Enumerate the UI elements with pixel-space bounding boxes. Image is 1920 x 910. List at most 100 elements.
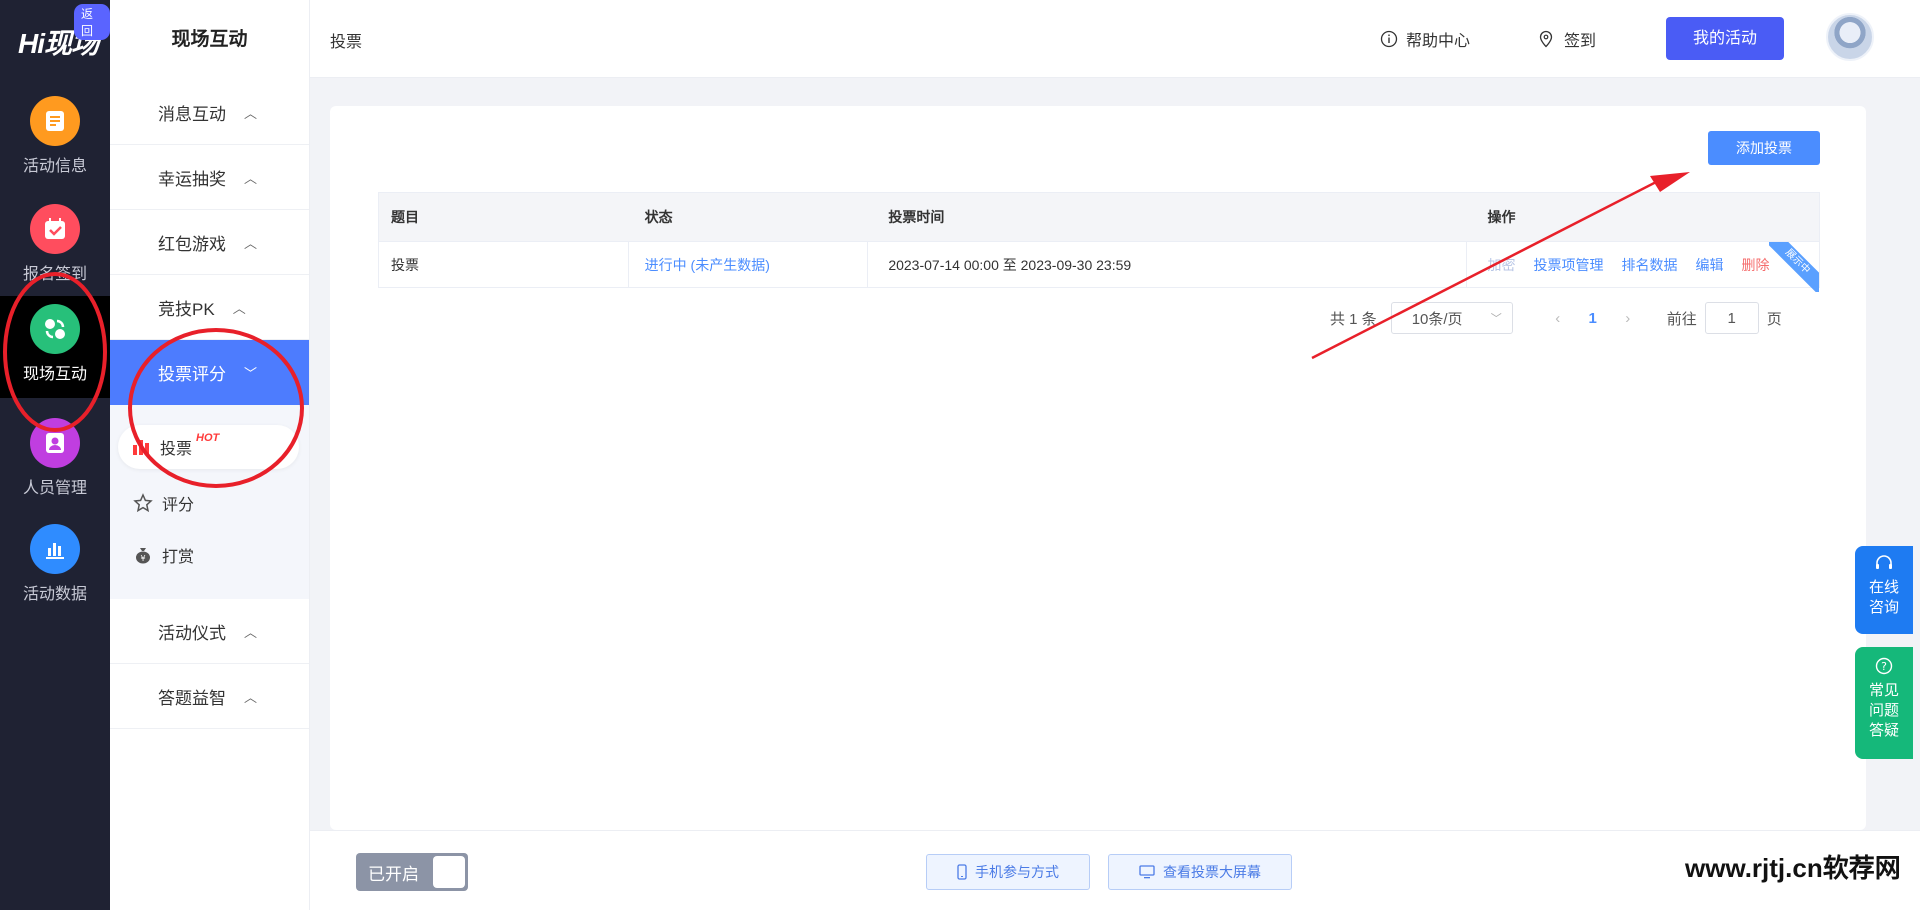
- prev-page-button[interactable]: ‹: [1543, 310, 1573, 327]
- menu-group-lottery[interactable]: 幸运抽奖 ︿: [110, 145, 309, 210]
- goto-suffix: 页: [1766, 310, 1782, 328]
- status-link[interactable]: 进行中 (未产生数据): [645, 255, 770, 275]
- sub-item-vote[interactable]: 投票 HOT: [118, 425, 299, 469]
- menu-group-label: 幸运抽奖: [158, 169, 226, 189]
- vote-list-card: 添加投票 题目 状态 投票时间 操作 投票 进行中 (未产生数据) 2023-0…: [330, 106, 1866, 830]
- menu-group-label: 红包游戏: [158, 234, 226, 254]
- toggle-knob: [433, 856, 465, 888]
- secondary-sidebar: 现场互动 消息互动 ︿ 幸运抽奖 ︿ 红包游戏 ︿ 竞技PK ︿ 投票评分 ﹀ 投票 HO…: [110, 0, 310, 910]
- rail-item-registration[interactable]: 报名签到: [0, 196, 110, 298]
- mobile-join-button[interactable]: 手机参与方式: [926, 854, 1090, 890]
- column-header-ops: 操作: [1487, 209, 1516, 225]
- ranking-data-link[interactable]: 排名数据: [1621, 255, 1677, 275]
- table-header: 题目 状态 投票时间 操作: [379, 193, 1819, 241]
- rail-label: 现场互动: [22, 366, 87, 383]
- faq-button[interactable]: ? 常见 问题 答疑: [1855, 647, 1913, 759]
- help-center-link[interactable]: 帮助中心: [1380, 27, 1470, 51]
- my-activity-button[interactable]: 我的活动: [1666, 17, 1784, 60]
- menu-group-ceremony[interactable]: 活动仪式 ︿: [110, 599, 309, 664]
- goto-page-input[interactable]: [1704, 302, 1759, 334]
- chevron-up-icon: ︿: [244, 624, 258, 640]
- top-bar: 投票 帮助中心 签到 我的活动: [310, 0, 1920, 78]
- view-big-screen-button[interactable]: 查看投票大屏幕: [1108, 854, 1292, 890]
- back-badge[interactable]: 返回: [74, 4, 110, 40]
- avatar[interactable]: [1826, 13, 1874, 61]
- help-label: 帮助中心: [1406, 33, 1471, 50]
- chevron-up-icon: ︿: [244, 105, 258, 121]
- faq-label-2: 问题: [1868, 702, 1899, 719]
- online-consult-button[interactable]: 在线 咨询: [1855, 546, 1913, 634]
- sub-item-score[interactable]: 评分: [110, 477, 309, 529]
- sub-item-label: 评分: [162, 497, 195, 514]
- page-size-value: 10条/页: [1411, 310, 1463, 328]
- star-icon: [132, 492, 154, 514]
- pagination: 共 1 条 10条/页 ﹀ ‹ 1 › 前往 页: [1330, 302, 1782, 334]
- chevron-down-icon: ﹀: [1490, 313, 1502, 325]
- menu-group-label: 竞技PK: [158, 299, 215, 319]
- bottom-bar: 已开启 手机参与方式 查看投票大屏幕: [310, 830, 1920, 910]
- cell-ops: 加密 投票项管理 排名数据 编辑 删除: [1467, 255, 1819, 275]
- column-header-title: 题目: [391, 209, 419, 225]
- menu-group-label: 答题益智: [158, 688, 226, 708]
- rail-item-data[interactable]: 活动数据: [0, 516, 110, 618]
- hot-badge: HOT: [196, 432, 220, 444]
- checkin-label: 签到: [1564, 33, 1597, 50]
- interaction-icon: [30, 304, 80, 354]
- chevron-up-icon: ︿: [244, 689, 258, 705]
- add-vote-button[interactable]: 添加投票: [1708, 131, 1820, 165]
- sub-item-tip[interactable]: ¥ 打赏: [110, 529, 309, 581]
- edit-link[interactable]: 编辑: [1695, 255, 1723, 275]
- cell-time: 2023-07-14 00:00 至 2023-09-30 23:59: [868, 241, 1468, 288]
- chevron-down-icon: ﹀: [244, 366, 258, 381]
- faq-label-1: 常见: [1868, 682, 1899, 699]
- bar-chart-icon: [130, 436, 152, 458]
- rail-label: 报名签到: [22, 266, 87, 283]
- showing-ribbon: 展示中: [1769, 242, 1819, 292]
- menu-group-vote-score[interactable]: 投票评分 ﹀: [110, 340, 309, 405]
- rail-label: 活动数据: [22, 586, 87, 603]
- vote-score-subitems: 投票 HOT 评分 ¥ 打赏: [110, 405, 309, 599]
- rail-label: 活动信息: [22, 158, 87, 175]
- ribbon-label: 展示中: [1769, 242, 1819, 292]
- manage-options-link[interactable]: 投票项管理: [1533, 255, 1603, 275]
- consult-label-2: 咨询: [1868, 599, 1899, 616]
- consult-label-1: 在线: [1868, 579, 1899, 596]
- menu-group-messages[interactable]: 消息互动 ︿: [110, 80, 309, 145]
- breadcrumb: 投票: [330, 34, 363, 51]
- sub-item-label: 打赏: [162, 549, 195, 566]
- submenu-title: 现场互动: [171, 29, 248, 50]
- calendar-check-icon: [30, 204, 80, 254]
- table-row: 投票 进行中 (未产生数据) 2023-07-14 00:00 至 2023-0…: [379, 241, 1819, 292]
- column-header-time: 投票时间: [888, 209, 945, 225]
- mobile-join-label: 手机参与方式: [975, 864, 1059, 880]
- chevron-up-icon: ︿: [244, 170, 258, 186]
- menu-group-label: 活动仪式: [158, 623, 226, 643]
- cell-status: 进行中 (未产生数据): [629, 241, 869, 288]
- cell-title: 投票: [379, 241, 629, 288]
- next-page-button[interactable]: ›: [1613, 310, 1643, 327]
- svg-text:?: ?: [1881, 660, 1887, 673]
- chevron-up-icon: ︿: [244, 235, 258, 251]
- rail-item-live-interaction[interactable]: 现场互动: [0, 296, 110, 398]
- page-number[interactable]: 1: [1573, 310, 1613, 327]
- monitor-icon: [1139, 865, 1155, 879]
- watermark: www.rjtj.cn软荐网: [1685, 848, 1901, 885]
- chevron-up-icon: ︿: [232, 300, 246, 316]
- menu-group-redpacket[interactable]: 红包游戏 ︿: [110, 210, 309, 275]
- encrypt-link[interactable]: 加密: [1487, 255, 1515, 275]
- phone-icon: [957, 864, 967, 880]
- menu-group-pk[interactable]: 竞技PK ︿: [110, 275, 309, 340]
- checkin-link[interactable]: 签到: [1538, 27, 1596, 51]
- primary-sidebar: Hi现场 返回 活动信息 报名签到 现场互动 人员管理 活动数据: [0, 0, 110, 910]
- page-size-select[interactable]: 10条/页 ﹀: [1390, 302, 1513, 334]
- total-count: 共 1 条: [1330, 310, 1377, 328]
- enable-toggle[interactable]: 已开启: [356, 853, 468, 891]
- rail-item-activity-info[interactable]: 活动信息: [0, 88, 110, 190]
- delete-link[interactable]: 删除: [1741, 255, 1769, 275]
- menu-group-label: 消息互动: [158, 104, 226, 124]
- vote-table: 题目 状态 投票时间 操作 投票 进行中 (未产生数据) 2023-07-14 …: [378, 192, 1820, 292]
- sub-item-label: 投票: [160, 441, 193, 458]
- rail-item-people[interactable]: 人员管理: [0, 410, 110, 512]
- menu-group-quiz[interactable]: 答题益智 ︿: [110, 664, 309, 729]
- info-icon: [1380, 30, 1398, 48]
